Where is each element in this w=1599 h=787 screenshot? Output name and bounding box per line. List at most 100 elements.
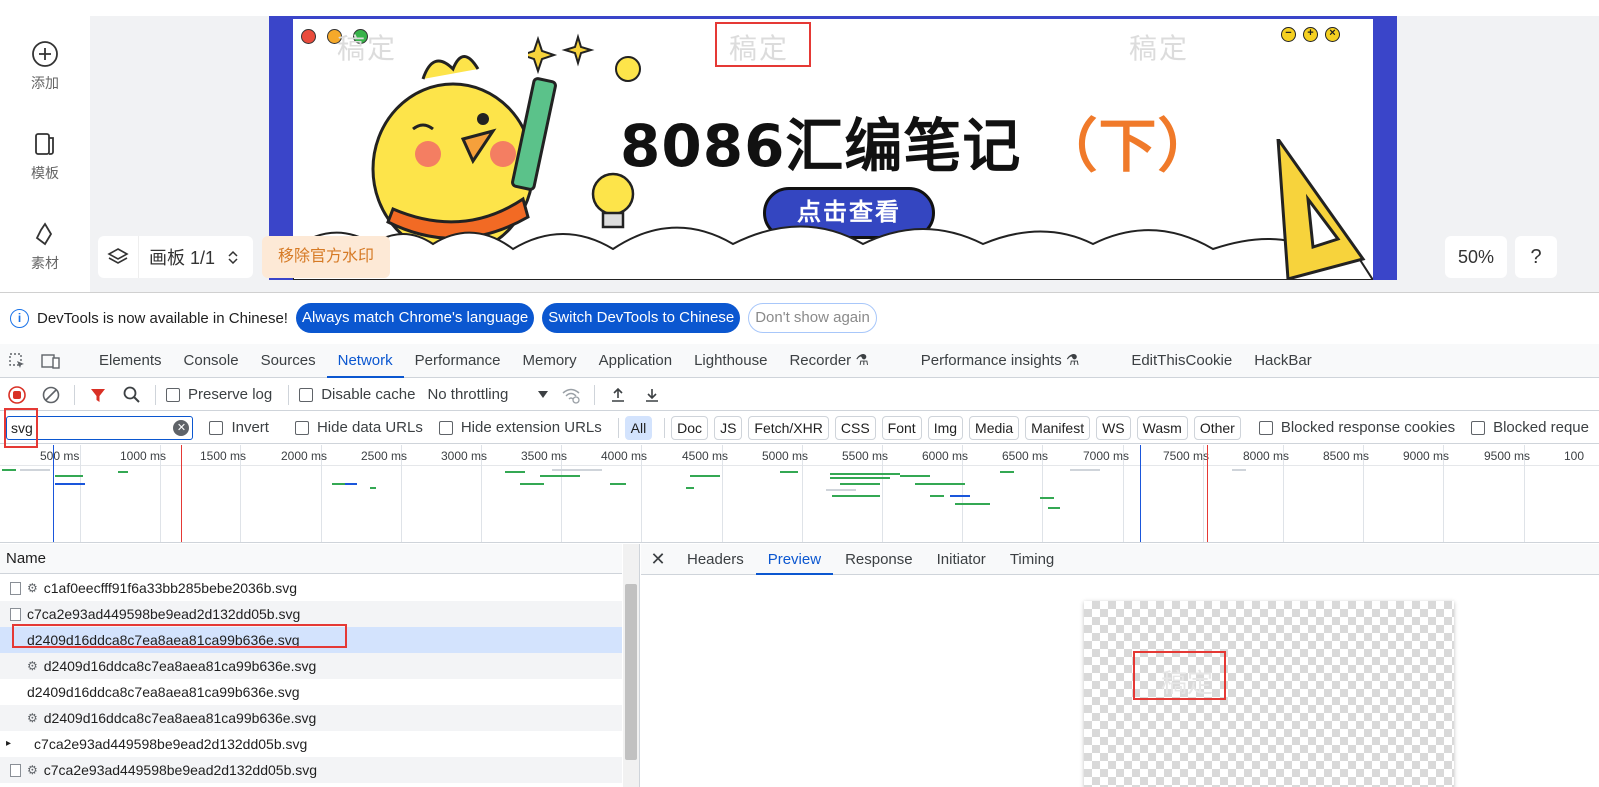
service-worker-gear-icon: ⚙ <box>27 581 38 595</box>
divider <box>594 384 596 405</box>
help-button[interactable]: ? <box>1515 236 1557 278</box>
request-list-scrollbar[interactable] <box>623 544 639 787</box>
design-editor: 添加 模板 素材 − + × 稿定 稿定 稿定 8086汇编笔记 （下） 点击查… <box>0 0 1599 292</box>
filter-chip-fetch-xhr[interactable]: Fetch/XHR <box>748 415 829 440</box>
filter-chip-manifest[interactable]: Manifest <box>1025 415 1091 440</box>
page-indicator-label: 画板 1/1 <box>149 248 216 268</box>
disable-cache-checkbox[interactable]: Disable cache <box>299 386 415 403</box>
request-row[interactable]: ⚙ d2409d16ddca8c7ea8aea81ca99b636e.svg <box>0 705 622 731</box>
filter-chip-font[interactable]: Font <box>881 415 922 440</box>
rail-label-material: 素材 <box>31 255 59 271</box>
tab-hackbar[interactable]: HackBar <box>1243 344 1323 378</box>
maximize-icon: + <box>1303 27 1318 42</box>
tab-lighthouse[interactable]: Lighthouse <box>683 344 778 378</box>
request-row[interactable]: ⚙ c1af0eecfff91f6a33bb285bebe2036b.svg <box>0 575 622 601</box>
checkbox-box <box>166 387 180 402</box>
timeline-tick-label: 100 <box>1564 449 1585 463</box>
tab-memory[interactable]: Memory <box>512 344 588 378</box>
request-row[interactable]: ⚙ d2409d16ddca8c7ea8aea81ca99b636e.svg <box>0 653 622 679</box>
tab-application[interactable]: Application <box>588 344 683 378</box>
record-button[interactable] <box>0 379 34 411</box>
banner-title-main: 8086汇编笔记 <box>620 112 1022 180</box>
svg-file-icon <box>10 763 21 777</box>
request-waterfall-bar <box>826 489 856 491</box>
remove-watermark-button[interactable]: 移除官方水印 <box>262 236 391 278</box>
detail-tab-response[interactable]: Response <box>833 544 925 575</box>
layers-button[interactable] <box>98 236 138 278</box>
tab-editthiscookie[interactable]: EditThisCookie <box>1120 344 1243 378</box>
rail-item-material[interactable]: 素材 <box>0 220 90 273</box>
request-row[interactable]: d2409d16ddca8c7ea8aea81ca99b636e.svg <box>0 679 622 705</box>
banner-title-suffix: （下） <box>1039 112 1217 180</box>
detail-tab-timing[interactable]: Timing <box>998 544 1066 575</box>
filter-chip-wasm[interactable]: Wasm <box>1136 415 1188 440</box>
scrollbar-thumb[interactable] <box>625 584 637 760</box>
blocked-requests-checkbox[interactable]: Blocked reque <box>1471 419 1589 436</box>
export-har-button[interactable] <box>635 379 669 411</box>
clear-icon <box>42 386 60 403</box>
filter-chip-media[interactable]: Media <box>969 415 1020 440</box>
filter-chip-all[interactable]: All <box>624 415 653 440</box>
throttling-select[interactable]: No throttling <box>427 386 549 403</box>
search-button[interactable] <box>115 379 149 411</box>
filter-toggle-button[interactable] <box>81 379 115 411</box>
inspect-element-button[interactable] <box>0 344 34 378</box>
preserve-log-checkbox[interactable]: Preserve log <box>166 386 272 403</box>
filter-chip-js[interactable]: JS <box>714 415 743 440</box>
page-indicator[interactable]: 画板 1/1 <box>138 236 253 278</box>
network-toolbar: Preserve log Disable cache No throttling <box>0 379 1599 411</box>
tab-performance[interactable]: Performance <box>404 344 512 378</box>
timeline-tick-label: 1000 ms <box>120 449 167 463</box>
hide-data-urls-checkbox[interactable]: Hide data URLs <box>294 419 423 436</box>
banner-canvas[interactable]: − + × 稿定 稿定 稿定 8086汇编笔记（下） 点击查看 <box>269 16 1397 280</box>
tab-network[interactable]: Network <box>326 344 404 378</box>
filter-chip-other[interactable]: Other <box>1193 415 1241 440</box>
rail-item-add[interactable]: 添加 <box>0 40 90 93</box>
detail-tab-headers[interactable]: Headers <box>675 544 756 575</box>
invert-checkbox[interactable]: Invert <box>209 419 269 436</box>
tab-recorder[interactable]: Recorder ⚗ <box>778 344 879 378</box>
clear-button[interactable] <box>34 379 68 411</box>
filter-chip-img[interactable]: Img <box>927 415 964 440</box>
close-icon: × <box>1325 27 1340 42</box>
expand-triangle-icon[interactable]: ▸ <box>6 731 11 757</box>
request-row[interactable]: ⚙ c7ca2e93ad449598be9ead2d132dd05b.svg <box>0 757 622 783</box>
filter-chip-ws[interactable]: WS <box>1096 415 1131 440</box>
watermark-text: 稿定 <box>1129 33 1190 64</box>
blocked-response-cookies-checkbox[interactable]: Blocked response cookies <box>1258 419 1455 436</box>
switch-to-chinese-button[interactable]: Switch DevTools to Chinese <box>542 303 741 333</box>
dont-show-again-button[interactable]: Don't show again <box>748 303 877 333</box>
dropdown-arrow-icon <box>538 390 549 398</box>
name-column-header[interactable]: Name <box>0 544 622 574</box>
clear-filter-icon[interactable]: ✕ <box>173 419 190 436</box>
rail-item-template[interactable]: 模板 <box>0 130 90 183</box>
network-overview-timeline[interactable]: 500 ms 1000 ms 1500 ms 2000 ms 2500 ms 3000 m… <box>0 445 1599 543</box>
filter-chip-doc[interactable]: Doc <box>671 415 709 440</box>
filter-chip-css[interactable]: CSS <box>834 415 876 440</box>
request-waterfall-bar <box>830 473 900 475</box>
tab-elements[interactable]: Elements <box>88 344 173 378</box>
inspect-cursor-icon <box>9 352 24 368</box>
close-detail-icon[interactable]: ✕ <box>641 549 675 570</box>
tab-sources[interactable]: Sources <box>250 344 327 378</box>
disable-cache-label: Disable cache <box>321 386 416 403</box>
detail-tab-initiator[interactable]: Initiator <box>925 544 998 575</box>
editor-top-strip <box>0 0 1599 16</box>
request-waterfall-bar <box>930 495 944 497</box>
request-row[interactable]: ▸ c7ca2e93ad449598be9ead2d132dd05b.svg <box>0 731 622 757</box>
sparkle-stars <box>528 33 641 82</box>
service-worker-gear-icon: ⚙ <box>27 659 38 673</box>
tab-console[interactable]: Console <box>173 344 250 378</box>
tab-performance-insights[interactable]: Performance insights ⚗ <box>910 344 1091 378</box>
request-waterfall-bar <box>540 475 580 477</box>
device-toolbar-button[interactable] <box>34 344 68 378</box>
hide-extension-urls-checkbox[interactable]: Hide extension URLs <box>438 419 602 436</box>
network-conditions-button[interactable] <box>554 379 588 411</box>
detail-tab-preview[interactable]: Preview <box>755 544 834 575</box>
import-har-button[interactable] <box>601 379 635 411</box>
timeline-tick-label: 5500 ms <box>842 449 889 463</box>
invert-label: Invert <box>231 419 269 436</box>
match-language-button[interactable]: Always match Chrome's language <box>295 303 535 333</box>
layers-icon <box>107 248 129 264</box>
zoom-level[interactable]: 50% <box>1445 236 1507 278</box>
